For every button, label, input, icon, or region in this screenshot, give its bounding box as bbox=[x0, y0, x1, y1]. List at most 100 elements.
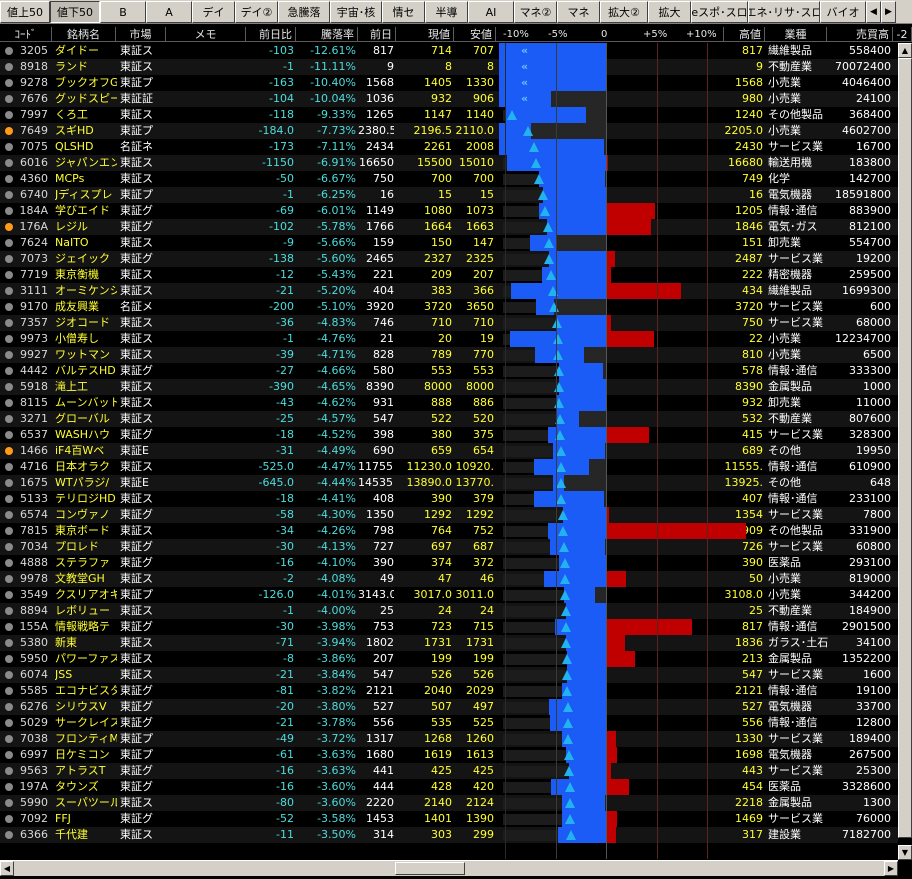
table-row[interactable]: 6740 Jディスプレ 東証プ -1 -6.25% 16 15 15 16 電気機器 1859180… bbox=[0, 187, 898, 203]
table-row[interactable]: 7073 ジェイック 東証グ -138 -5.60% 2465 2327 2325 2487 サー… bbox=[0, 251, 898, 267]
volume-cell: 600 bbox=[870, 300, 891, 313]
table-row[interactable]: 1466 iF4百Wベ 東証E -31 -4.49% 690 659 654 689 その他 199… bbox=[0, 443, 898, 459]
tab-9[interactable]: 半導 bbox=[425, 1, 468, 23]
tab-5[interactable]: デイ② bbox=[235, 1, 278, 23]
code-header[interactable]: ｺｰﾄﾞ bbox=[0, 27, 52, 42]
table-row[interactable]: 7357 ジオコード 東証ス -36 -4.83% 746 710 710 750 サービス業 68… bbox=[0, 315, 898, 331]
table-row[interactable]: 7034 プロレド 東証グ -30 -4.13% 727 697 687 726 サービス業 608… bbox=[0, 539, 898, 555]
prev-header[interactable]: 前日 bbox=[358, 27, 396, 42]
low-header[interactable]: 安値 bbox=[454, 27, 496, 42]
tab-1[interactable]: 値下50 bbox=[50, 1, 100, 23]
table-row[interactable]: 9278 ブックオフG 東証プ -163 -10.40% 1568 1405 1330 1568… bbox=[0, 75, 898, 91]
market-header[interactable]: 市場 bbox=[116, 27, 166, 42]
table-row[interactable]: 6366 千代建 東証ス -11 -3.50% 314 303 299 317 建設業 718270… bbox=[0, 827, 898, 843]
table-row[interactable]: 5133 テリロジHD 東証ス -18 -4.41% 408 390 379 407 情報･通信 2… bbox=[0, 491, 898, 507]
table-row[interactable]: 9170 成友興業 名証メ -200 -5.10% 3920 3720 3650 3720 サービ… bbox=[0, 299, 898, 315]
tab-14[interactable]: 拡大 bbox=[648, 1, 691, 23]
table-row[interactable]: 9978 文教堂GH 東証ス -2 -4.08% 49 47 46 50 小売業 819000 bbox=[0, 571, 898, 587]
table-row[interactable]: 5380 新東 東証ス -71 -3.94% 1802 1731 1731 1836 ガラス･土石… bbox=[0, 635, 898, 651]
tab-4[interactable]: デイ bbox=[192, 1, 235, 23]
tab-8[interactable]: 情セ bbox=[382, 1, 425, 23]
table-row[interactable]: 8918 ランド 東証ス -1 -11.11% 9 8 8 9 不動産業 70072400 « bbox=[0, 59, 898, 75]
tab-scroll-left-icon[interactable]: ◀ bbox=[866, 1, 881, 23]
table-row[interactable]: 5918 滝上工 東証ス -390 -4.65% 8390 8000 8000 8390 金属製品… bbox=[0, 379, 898, 395]
table-row[interactable]: 7676 グッドスピー 東証証 -104 -10.04% 1036 932 906 980 小売業… bbox=[0, 91, 898, 107]
tab-15[interactable]: eスポ･スロ bbox=[691, 1, 748, 23]
tab-17[interactable]: バイオ bbox=[820, 1, 866, 23]
table-row[interactable]: 184A 学びエイド 東証グ -69 -6.01% 1149 1080 1073 1205 情報･… bbox=[0, 203, 898, 219]
table-row[interactable]: 5029 サークレイス 東証グ -21 -3.78% 556 535 525 556 情報･通信 1… bbox=[0, 715, 898, 731]
table-row[interactable]: 6574 コンヴァノ 東証グ -58 -4.30% 1350 1292 1292 1354 サービ… bbox=[0, 507, 898, 523]
table-row[interactable]: 1675 WTパラジ/東証E -645.0 -4.44% 14535. 13890.0 13… bbox=[0, 475, 898, 491]
table-row[interactable]: 6537 WASHハウ 東証グ -18 -4.52% 398 380 375 415 サービス業 3… bbox=[0, 427, 898, 443]
extra-header[interactable]: -2 bbox=[893, 27, 912, 42]
table-row[interactable]: 5950 パワーファス 東証ス -8 -3.86% 207 199 199 213 金属製品 135… bbox=[0, 651, 898, 667]
scroll-thumb[interactable] bbox=[898, 58, 912, 838]
table-row[interactable]: 7624 NaITO 東証ス -9 -5.66% 159 150 147 151 卸売業 55470… bbox=[0, 235, 898, 251]
tab-7[interactable]: 宇宙･核 bbox=[330, 1, 382, 23]
tab-2[interactable]: B bbox=[100, 1, 146, 23]
table-row[interactable]: 4716 日本オラク 東証ス -525.0 -4.47% 11755. 11230.0 109… bbox=[0, 459, 898, 475]
table-row[interactable]: 8115 ムーンバット 東証ス -43 -4.62% 931 888 886 932 卸売業 110… bbox=[0, 395, 898, 411]
table-row[interactable]: 9927 ワットマン 東証ス -39 -4.71% 828 789 770 810 小売業 6500 bbox=[0, 347, 898, 363]
table-row[interactable]: 7649 スギHD 東証プ -184.0 -7.73% 2380.5 2196.5 2110.… bbox=[0, 123, 898, 139]
scale-label: -10% bbox=[503, 29, 529, 40]
table-row[interactable]: 3271 グローバル 東証ス -25 -4.57% 547 522 520 532 不動産業 807… bbox=[0, 411, 898, 427]
table-row[interactable]: 7815 東京ボード 東証ス -34 -4.26% 798 764 752 909 その他製品 33… bbox=[0, 523, 898, 539]
table-row[interactable]: 176A レジル 東証グ -102 -5.78% 1766 1664 1663 1846 電気･ガ… bbox=[0, 219, 898, 235]
scroll-up-icon[interactable]: ▲ bbox=[898, 43, 912, 58]
table-row[interactable]: 155A 情報戦略テ 東証グ -30 -3.98% 753 723 715 817 情報･通信 29… bbox=[0, 619, 898, 635]
table-row[interactable]: 7719 東京衡機 東証ス -12 -5.43% 221 209 207 222 精密機器 2595… bbox=[0, 267, 898, 283]
table-row[interactable]: 8894 レボリュー 東証ス -1 -4.00% 25 24 24 25 不動産業 184900 bbox=[0, 603, 898, 619]
current-price-marker-icon bbox=[560, 622, 571, 632]
code-cell: 9170 bbox=[20, 300, 48, 313]
table-row[interactable]: 6074 JSS 東証ス -21 -3.84% 547 526 526 547 サービス業 1600 bbox=[0, 667, 898, 683]
scroll-thumb[interactable] bbox=[395, 862, 465, 875]
table-row[interactable]: 9973 小僧寿し 東証ス -1 -4.76% 21 20 19 22 小売業 12234700 bbox=[0, 331, 898, 347]
table-row[interactable]: 5585 エコナビスタ 東証グ -81 -3.82% 2121 2040 2029 2121 情報… bbox=[0, 683, 898, 699]
high-cell: 1330 bbox=[735, 732, 763, 745]
tab-12[interactable]: マネ bbox=[557, 1, 600, 23]
name-header[interactable]: 銘柄名 bbox=[52, 27, 116, 42]
table-row[interactable]: 7997 くろ工 東証ス -118 -9.33% 1265 1147 1140 1240 その他製… bbox=[0, 107, 898, 123]
sector-header[interactable]: 業種 bbox=[765, 27, 827, 42]
table-row[interactable]: 5990 スーパツール 東証ス -80 -3.60% 2220 2140 2124 2218 金属… bbox=[0, 795, 898, 811]
scroll-right-icon[interactable]: ▶ bbox=[884, 861, 898, 876]
tab-10[interactable]: AI bbox=[468, 1, 514, 23]
scroll-left-icon[interactable]: ◀ bbox=[0, 861, 14, 876]
tab-13[interactable]: 拡大② bbox=[600, 1, 648, 23]
price-header[interactable]: 現値 bbox=[396, 27, 454, 42]
table-row[interactable]: 4888 ステラファ 東証グ -16 -4.10% 390 374 372 390 医薬品 2931… bbox=[0, 555, 898, 571]
table-row[interactable]: 4442 バルテスHD 東証グ -27 -4.66% 580 553 553 578 情報･通信 3… bbox=[0, 363, 898, 379]
table-row[interactable]: 6276 シリウスV 東証グ -20 -3.80% 527 507 497 527 電気機器 337… bbox=[0, 699, 898, 715]
table-row[interactable]: 9563 アトラスT 東証グ -16 -3.63% 441 425 425 443 サービス業 25… bbox=[0, 763, 898, 779]
table-row[interactable]: 6997 日ケミコン 東証プ -61 -3.63% 1680 1619 1613 1698 電気機… bbox=[0, 747, 898, 763]
sector-cell: 小売業 bbox=[768, 76, 801, 89]
table-row[interactable]: 3549 クスリアオキ 東証プ -126.0 -4.01% 3143.0 3017.0 301… bbox=[0, 587, 898, 603]
high-header[interactable]: 高値 bbox=[724, 27, 765, 42]
table-row[interactable]: 3205 ダイドー 東証ス -103 -12.61% 817 714 707 817 繊維製品 55… bbox=[0, 43, 898, 59]
vertical-scrollbar[interactable]: ▲ ▼ bbox=[898, 43, 912, 860]
scroll-down-icon[interactable]: ▼ bbox=[898, 845, 912, 860]
table-row[interactable]: 3111 オーミケンシ 東証ス -21 -5.20% 404 383 366 434 繊維製品 16… bbox=[0, 283, 898, 299]
table-row[interactable]: 7038 フロンティM 東証プ -49 -3.72% 1317 1268 1260 1330 サー… bbox=[0, 731, 898, 747]
table-row[interactable]: 6016 ジャパンエン 東証ス -1150 -6.91% 16650 15500 15010 1… bbox=[0, 155, 898, 171]
volume-header[interactable]: 売買高 bbox=[827, 27, 893, 42]
horizontal-scrollbar[interactable]: ◀ ▶ bbox=[0, 860, 898, 876]
change-header[interactable]: 前日比 bbox=[246, 27, 296, 42]
code-cell: 6276 bbox=[20, 700, 48, 713]
rate-header[interactable]: 騰落率 bbox=[296, 27, 358, 42]
tab-0[interactable]: 値上50 bbox=[0, 1, 50, 23]
tab-16[interactable]: エネ･リサ･スロ bbox=[748, 1, 820, 23]
tab-scroll-right-icon[interactable]: ▶ bbox=[881, 1, 896, 23]
table-row[interactable]: 4360 MCPs 東証ス -50 -6.67% 750 700 700 749 化学 142700 bbox=[0, 171, 898, 187]
table-row[interactable]: 7075 QLSHD 名証ネ -173 -7.11% 2434 2261 2008 2430 サー… bbox=[0, 139, 898, 155]
tab-11[interactable]: マネ② bbox=[514, 1, 557, 23]
change-cell: -30 bbox=[276, 620, 294, 633]
memo-header[interactable]: メモ bbox=[166, 27, 246, 42]
table-row[interactable]: 7092 FFJ 東証グ -52 -3.58% 1453 1401 1390 1469 サービス業… bbox=[0, 811, 898, 827]
tab-3[interactable]: A bbox=[146, 1, 192, 23]
sector-cell: 卸売業 bbox=[768, 396, 801, 409]
tab-6[interactable]: 急騰落 bbox=[278, 1, 330, 23]
table-row[interactable]: 197A タウンズ 東証グ -16 -3.60% 444 428 420 454 医薬品 33286… bbox=[0, 779, 898, 795]
